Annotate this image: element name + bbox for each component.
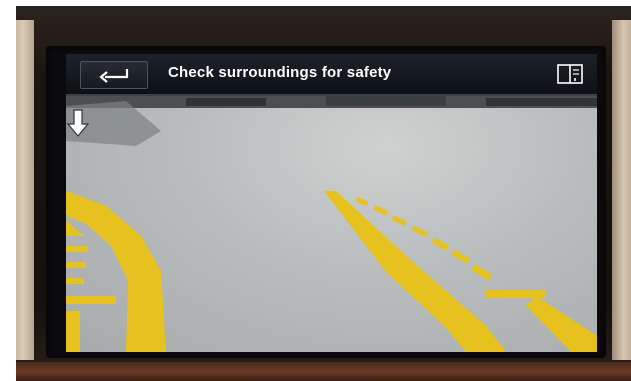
- left-guide-dash: [66, 278, 84, 284]
- right-guide-dash: [451, 249, 471, 265]
- right-guide-dash: [373, 205, 389, 216]
- back-arrow-icon: [99, 69, 129, 83]
- right-guide-dash: [431, 237, 450, 251]
- right-trim: [612, 20, 631, 360]
- camera-scene: [66, 96, 597, 352]
- background-vehicle: [326, 96, 446, 106]
- left-guide-crossbar: [66, 296, 116, 304]
- background-vehicle: [186, 98, 266, 106]
- right-guide-dash: [471, 264, 493, 281]
- left-guide-dash: [66, 311, 80, 352]
- rear-camera-view: [66, 96, 597, 352]
- left-guide-line: [66, 191, 166, 352]
- right-guide-dash: [355, 196, 369, 207]
- right-guide-line-outer: [526, 296, 597, 352]
- header-bar: Check surroundings for safety: [66, 54, 597, 96]
- left-guide-dash: [66, 262, 86, 268]
- page-title: Check surroundings for safety: [168, 64, 392, 81]
- right-guide-dash: [391, 215, 408, 227]
- down-arrow-icon: [66, 109, 90, 137]
- wood-trim: [16, 362, 631, 381]
- right-guide-dash: [411, 225, 429, 238]
- manual-button[interactable]: [555, 62, 585, 86]
- left-guide-dash: [66, 221, 84, 236]
- device-frame: Check surroundings for safety: [0, 0, 631, 381]
- manual-book-icon: [557, 64, 583, 84]
- back-button[interactable]: [80, 61, 148, 89]
- left-guide-dash: [66, 246, 88, 252]
- left-trim: [16, 20, 34, 360]
- background-vehicle: [486, 98, 597, 106]
- display-screen: Check surroundings for safety: [66, 54, 597, 352]
